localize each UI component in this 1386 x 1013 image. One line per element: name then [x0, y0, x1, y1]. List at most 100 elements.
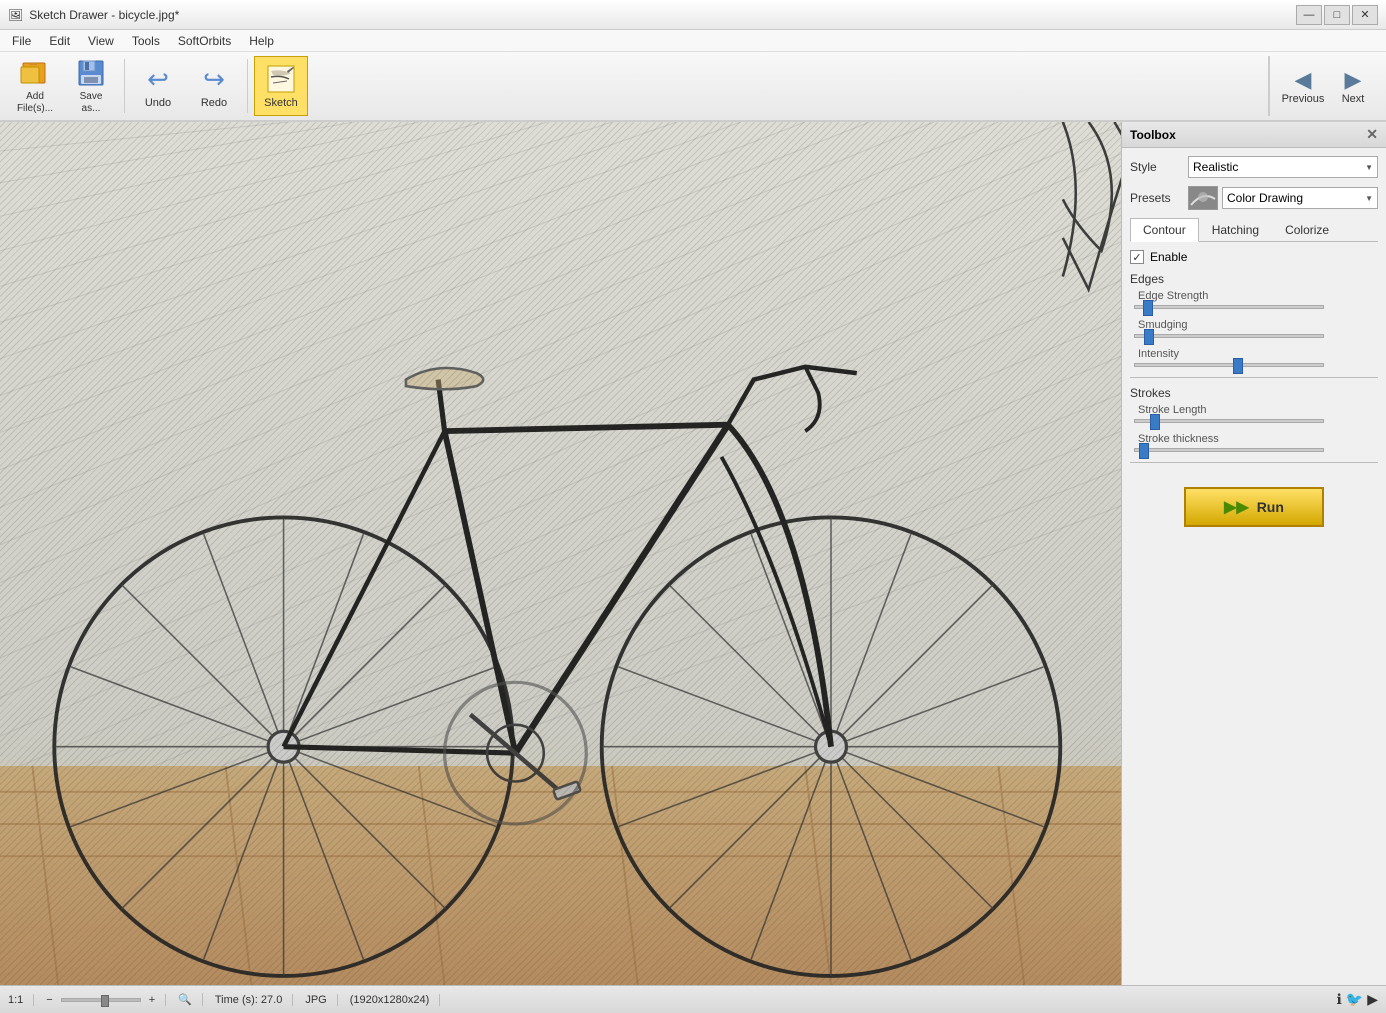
add-files-button[interactable]: AddFile(s)...: [8, 56, 62, 116]
menu-file[interactable]: File: [4, 30, 39, 51]
status-zoom-slider-section: − +: [46, 994, 166, 1006]
redo-button[interactable]: ↪ Redo: [187, 56, 241, 116]
main-area: Toolbox ✕ Style Realistic Cartoon Simple…: [0, 122, 1386, 985]
style-label: Style: [1130, 160, 1180, 174]
edge-strength-row: Edge Strength: [1130, 290, 1378, 309]
title-bar-controls: — □ ✕: [1296, 5, 1378, 25]
social-icon-1[interactable]: 🐦: [1346, 991, 1363, 1008]
stroke-thickness-label: Stroke thickness: [1134, 433, 1378, 445]
status-time: Time (s): 27.0: [215, 994, 293, 1006]
menu-bar: File Edit View Tools SoftOrbits Help: [0, 30, 1386, 52]
intensity-thumb[interactable]: [1233, 358, 1243, 374]
menu-softorbits[interactable]: SoftOrbits: [170, 30, 239, 51]
sketch-label: Sketch: [264, 97, 298, 109]
title-bar-left: 🖼 Sketch Drawer - bicycle.jpg*: [8, 8, 179, 22]
stroke-length-label: Stroke Length: [1134, 404, 1378, 416]
smudging-thumb[interactable]: [1144, 329, 1154, 345]
stroke-thickness-thumb[interactable]: [1139, 443, 1149, 459]
toolbar-nav: ◀ Previous ▶ Next: [1268, 56, 1378, 116]
smudging-row: Smudging: [1130, 319, 1378, 338]
sketch-icon: [265, 63, 297, 95]
add-files-label: AddFile(s)...: [17, 91, 53, 115]
style-dropdown-wrapper: Realistic Cartoon Simple: [1188, 156, 1378, 178]
zoom-plus-icon: +: [149, 994, 155, 1006]
dimensions-label: (1920x1280x24): [350, 994, 430, 1006]
intensity-track[interactable]: [1134, 363, 1324, 367]
zoom-minus-icon: −: [46, 994, 52, 1006]
presets-dropdown-wrapper: Color Drawing Pencil Sketch Black & Whit…: [1222, 187, 1378, 209]
stroke-length-track[interactable]: [1134, 419, 1324, 423]
close-button[interactable]: ✕: [1352, 5, 1378, 25]
divider-2: [1130, 462, 1378, 463]
info-circle-icon[interactable]: ℹ: [1336, 991, 1341, 1008]
save-label: Saveas...: [80, 91, 103, 115]
previous-button[interactable]: ◀ Previous: [1278, 56, 1328, 116]
maximize-button[interactable]: □: [1324, 5, 1350, 25]
stroke-thickness-track[interactable]: [1134, 448, 1324, 452]
style-dropdown[interactable]: Realistic Cartoon Simple: [1188, 156, 1378, 178]
app-title: Sketch Drawer - bicycle.jpg*: [29, 8, 179, 22]
save-button[interactable]: Saveas...: [64, 56, 118, 116]
intensity-label: Intensity: [1134, 348, 1378, 360]
status-format: JPG: [305, 994, 337, 1006]
toolbar-sep-2: [247, 59, 248, 113]
bicycle-sketch: [0, 122, 1121, 985]
menu-edit[interactable]: Edit: [41, 30, 78, 51]
toolbox-tabs: Contour Hatching Colorize: [1130, 218, 1378, 242]
minimize-button[interactable]: —: [1296, 5, 1322, 25]
tab-contour[interactable]: Contour: [1130, 218, 1199, 242]
add-files-icon: [19, 57, 51, 89]
run-icon: ▶▶: [1224, 497, 1249, 517]
toolbox-title: Toolbox: [1130, 128, 1176, 142]
next-button[interactable]: ▶ Next: [1328, 56, 1378, 116]
status-info-icon-section: 🔍: [178, 993, 203, 1006]
next-label: Next: [1342, 93, 1365, 105]
save-icon: [75, 57, 107, 89]
enable-row: ✓ Enable: [1130, 250, 1378, 264]
presets-label: Presets: [1130, 191, 1180, 205]
enable-checkbox[interactable]: ✓: [1130, 250, 1144, 264]
smudging-track[interactable]: [1134, 334, 1324, 338]
previous-icon: ◀: [1295, 67, 1312, 93]
undo-label: Undo: [145, 97, 171, 109]
tab-colorize[interactable]: Colorize: [1272, 218, 1342, 241]
menu-view[interactable]: View: [80, 30, 122, 51]
toolbox-header: Toolbox ✕: [1122, 122, 1386, 148]
zoom-thumb[interactable]: [101, 995, 109, 1007]
run-button[interactable]: ▶▶ Run: [1184, 487, 1324, 527]
toolbar-sep-1: [124, 59, 125, 113]
status-social-icons: ℹ 🐦 ▶: [1336, 991, 1378, 1008]
toolbox-close-button[interactable]: ✕: [1366, 126, 1378, 143]
previous-label: Previous: [1282, 93, 1325, 105]
menu-tools[interactable]: Tools: [124, 30, 168, 51]
edge-strength-label: Edge Strength: [1134, 290, 1378, 302]
info-icon: 🔍: [178, 993, 192, 1006]
hatch-overlay: [0, 122, 1121, 985]
sketch-button[interactable]: Sketch: [254, 56, 308, 116]
presets-controls: Color Drawing Pencil Sketch Black & Whit…: [1188, 186, 1378, 210]
enable-label: Enable: [1150, 250, 1187, 264]
format-label: JPG: [305, 994, 326, 1006]
run-button-wrapper: ▶▶ Run: [1130, 471, 1378, 543]
app-icon: 🖼: [8, 8, 23, 22]
stroke-length-thumb[interactable]: [1150, 414, 1160, 430]
divider-1: [1130, 377, 1378, 378]
next-icon: ▶: [1345, 67, 1362, 93]
presets-dropdown[interactable]: Color Drawing Pencil Sketch Black & Whit…: [1222, 187, 1378, 209]
edges-section-label: Edges: [1130, 272, 1378, 286]
zoom-slider[interactable]: [61, 998, 141, 1002]
stroke-length-row: Stroke Length: [1130, 404, 1378, 423]
undo-button[interactable]: ↩ Undo: [131, 56, 185, 116]
toolbox-body: Style Realistic Cartoon Simple Presets: [1122, 148, 1386, 551]
menu-help[interactable]: Help: [241, 30, 282, 51]
status-bar: 1:1 − + 🔍 Time (s): 27.0 JPG (1920x1280x…: [0, 985, 1386, 1013]
stroke-thickness-row: Stroke thickness: [1130, 433, 1378, 452]
tab-hatching[interactable]: Hatching: [1199, 218, 1272, 241]
edge-strength-track[interactable]: [1134, 305, 1324, 309]
title-bar: 🖼 Sketch Drawer - bicycle.jpg* — □ ✕: [0, 0, 1386, 30]
strokes-section-label: Strokes: [1130, 386, 1378, 400]
social-icon-2[interactable]: ▶: [1367, 991, 1378, 1008]
edge-strength-thumb[interactable]: [1143, 300, 1153, 316]
time-label: Time (s): 27.0: [215, 994, 282, 1006]
intensity-row: Intensity: [1130, 348, 1378, 367]
